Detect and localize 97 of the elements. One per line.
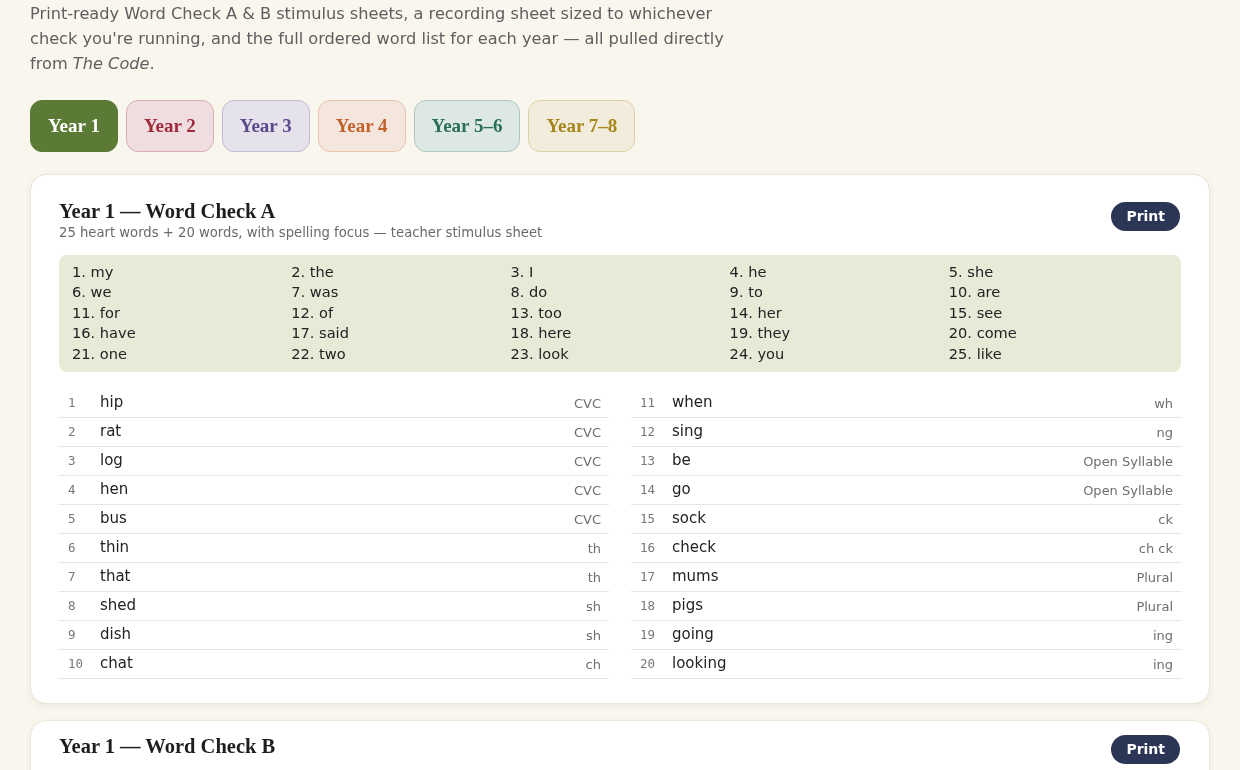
heart-word: 20. come (948, 324, 1017, 342)
word-number: 18 (640, 597, 657, 616)
spelling-focus: sh (586, 627, 601, 646)
heart-word: 17. said (291, 324, 349, 342)
heart-word: 9. to (729, 283, 763, 301)
word-text: dish (100, 623, 131, 645)
word-number: 9 (68, 626, 77, 645)
spelling-focus: wh (1154, 395, 1173, 414)
card-title: Year 1 — Word Check A (59, 199, 277, 223)
year-tab[interactable]: Year 7–8 (528, 100, 636, 152)
word-text: going (672, 623, 714, 645)
word-number: 2 (68, 423, 77, 442)
spelling-focus: Plural (1136, 598, 1173, 617)
print-button[interactable]: Print (1111, 735, 1180, 765)
word-number: 8 (68, 597, 77, 616)
heart-word: 10. are (948, 283, 1001, 301)
heart-word: 19. they (729, 324, 791, 342)
word-text: check (672, 536, 716, 558)
heart-word: 12. of (291, 303, 334, 321)
heart-word: 3. I (510, 263, 534, 280)
heart-word: 24. you (729, 344, 785, 362)
spelling-focus: ch (585, 656, 601, 675)
word-number: 14 (640, 481, 657, 500)
word-text: mums (672, 565, 719, 587)
word-number: 10 (68, 655, 85, 674)
word-number: 19 (640, 626, 657, 645)
word-text: that (100, 565, 131, 587)
card-subtitle: 25 heart words + 20 words, with spelling focus — teacher stimulus sheet (59, 224, 543, 241)
heart-word: 6. we (72, 283, 112, 301)
word-text: go (672, 478, 691, 500)
intro-paragraph: Print-ready Word Check A & B stimulus sheets, a recording sheet sized to whichever check you're running, and the full ordered word list for each year — all pulled directly from The Code. (30, 3, 725, 75)
word-number: 16 (640, 539, 657, 558)
print-button[interactable]: Print (1111, 202, 1180, 231)
spelling-focus: ck (1158, 511, 1173, 530)
spelling-focus: CVC (573, 395, 601, 414)
word-text: sock (672, 507, 706, 529)
word-text: log (100, 449, 123, 471)
word-number: 15 (640, 510, 657, 529)
word-text: when (672, 391, 713, 413)
spelling-focus: CVC (573, 482, 601, 501)
word-text: rat (100, 420, 122, 442)
heart-word: 13. too (510, 303, 562, 321)
year-tab[interactable]: Year 1 (30, 100, 118, 152)
word-text: hip (100, 391, 124, 413)
word-text: be (672, 449, 691, 471)
word-text: sing (672, 420, 703, 442)
word-number: 5 (68, 510, 77, 529)
heart-word: 4. he (729, 263, 767, 280)
word-text: shed (100, 594, 137, 616)
heart-word: 11. for (72, 303, 120, 321)
heart-word: 18. here (510, 324, 572, 342)
word-number: 4 (68, 481, 77, 500)
heart-word: 15. see (948, 303, 1003, 321)
heart-word: 5. she (948, 263, 994, 280)
spelling-focus: CVC (573, 511, 601, 530)
year-tab[interactable]: Year 3 (221, 100, 310, 152)
word-text: bus (100, 507, 127, 529)
word-number: 12 (640, 423, 657, 442)
heart-word: 21. one (72, 344, 127, 362)
year-tab[interactable]: Year 2 (125, 100, 214, 152)
word-number: 3 (68, 452, 77, 471)
word-text: thin (100, 536, 130, 558)
word-number: 1 (68, 394, 77, 413)
spelling-focus: th (587, 569, 601, 588)
heart-word: 16. have (72, 324, 136, 342)
word-text: hen (100, 478, 129, 500)
spelling-focus: ng (1156, 424, 1173, 443)
spelling-focus: ing (1152, 656, 1173, 675)
heart-word: 7. was (291, 283, 339, 301)
card-title: Year 1 — Word Check B (59, 734, 276, 759)
heart-word: 8. do (510, 283, 548, 301)
word-number: 7 (68, 568, 77, 587)
heart-word: 23. look (510, 344, 569, 362)
heart-word: 14. her (729, 303, 782, 321)
spelling-focus: sh (586, 598, 601, 617)
spelling-focus: Open Syllable (1083, 453, 1173, 472)
spelling-focus: ing (1152, 627, 1173, 646)
year-tab[interactable]: Year 5–6 (413, 100, 521, 152)
word-number: 13 (640, 452, 657, 471)
spelling-focus: Open Syllable (1083, 482, 1173, 501)
heart-word: 1. my (72, 263, 114, 280)
word-number: 6 (68, 539, 77, 558)
spelling-focus: ch ck (1138, 540, 1173, 559)
heart-word: 22. two (291, 344, 346, 362)
word-text: looking (672, 652, 727, 674)
year-tab[interactable]: Year 4 (317, 100, 406, 152)
spelling-focus: th (587, 540, 601, 559)
word-text: pigs (672, 594, 704, 616)
spelling-focus: CVC (573, 453, 601, 472)
word-number: 17 (640, 568, 657, 587)
spelling-focus: CVC (573, 424, 601, 443)
spelling-focus: Plural (1136, 569, 1173, 588)
word-number: 11 (640, 394, 657, 413)
heart-word: 2. the (291, 263, 334, 280)
heart-word: 25. like (948, 344, 1002, 362)
word-text: chat (100, 652, 133, 674)
word-number: 20 (640, 655, 657, 674)
